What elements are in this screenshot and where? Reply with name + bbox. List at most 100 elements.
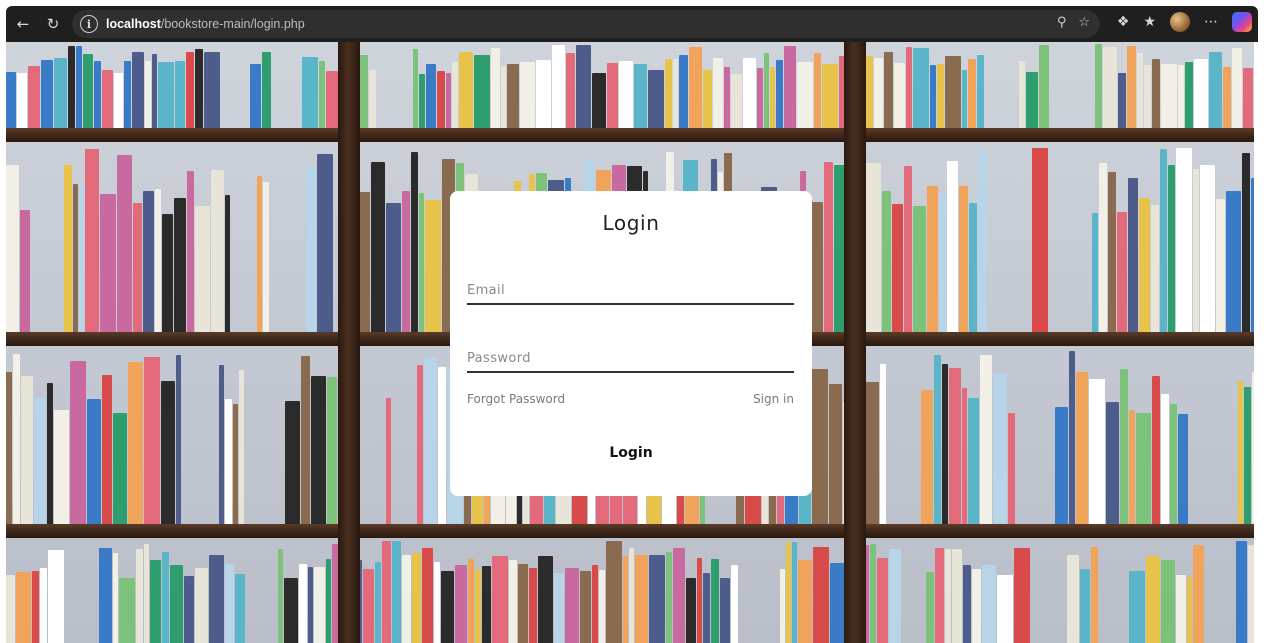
more-icon[interactable]: ⋯: [1204, 14, 1218, 30]
info-icon[interactable]: i: [80, 15, 98, 33]
login-button[interactable]: Login: [581, 435, 681, 471]
book-spine: [1032, 148, 1048, 332]
book-spine: [913, 48, 929, 128]
book-spine: [1176, 575, 1186, 643]
book-spine: [554, 573, 564, 643]
favorites-icon[interactable]: ★: [1143, 14, 1156, 30]
book-spine: [904, 166, 912, 332]
book-spine: [1161, 64, 1177, 128]
book-spine: [16, 572, 31, 643]
address-bar[interactable]: i localhost/bookstore-main/login.php ⚲ ☆: [72, 10, 1100, 38]
book-spine: [174, 198, 186, 332]
book-spine: [426, 64, 436, 128]
page-background: Login Forgot Password Sign in Login: [6, 42, 1254, 643]
book-spine: [1089, 379, 1105, 524]
book-spine: [1236, 541, 1247, 643]
book-spine: [978, 150, 987, 332]
book-spine: [76, 46, 82, 128]
book-spine: [419, 74, 425, 128]
profile-avatar[interactable]: [1170, 12, 1190, 32]
book-spine: [665, 59, 672, 128]
book-spine: [926, 572, 934, 643]
extensions-icon[interactable]: ❖: [1117, 14, 1130, 30]
book-spine: [1200, 165, 1215, 332]
book-spine: [250, 64, 261, 128]
book-spine: [233, 404, 238, 524]
book-spine: [724, 67, 730, 128]
login-title: Login: [602, 211, 660, 235]
book-spine: [982, 565, 996, 643]
book-spine: [1019, 61, 1025, 128]
book-spine: [145, 61, 151, 128]
copilot-icon[interactable]: [1232, 12, 1252, 32]
forgot-password-link[interactable]: Forgot Password: [467, 392, 565, 406]
book-spine: [812, 369, 828, 524]
book-spine: [225, 564, 234, 643]
book-spine: [327, 377, 337, 524]
book-spine: [99, 548, 112, 643]
book-spine: [930, 65, 936, 128]
book-spine: [935, 548, 944, 643]
book-spine: [474, 55, 490, 128]
book-spine: [822, 64, 838, 128]
book-spine: [969, 203, 977, 332]
book-spine: [1170, 404, 1177, 524]
book-spine: [934, 355, 941, 524]
book-spine: [1103, 47, 1117, 128]
key-icon[interactable]: ⚲: [1057, 15, 1067, 30]
url-text[interactable]: localhost/bookstore-main/login.php: [106, 17, 305, 31]
book-spine: [997, 575, 1013, 643]
book-spine: [492, 556, 508, 643]
book-spine: [1144, 65, 1151, 128]
book-spine: [144, 357, 160, 524]
book-spine: [319, 61, 325, 128]
book-spine: [529, 568, 537, 643]
book-spine: [219, 365, 224, 524]
book-spine: [117, 155, 132, 332]
book-spine: [235, 574, 245, 643]
book-spine: [301, 356, 310, 524]
book-spine: [963, 565, 971, 643]
book-spine: [419, 193, 424, 332]
book-spine: [1161, 394, 1169, 524]
book-spine: [520, 62, 535, 128]
book-spine: [507, 64, 519, 128]
book-spine: [993, 373, 1007, 524]
book-spine: [438, 367, 446, 524]
book-spine: [176, 355, 181, 524]
email-field[interactable]: [467, 269, 794, 303]
book-spine: [491, 48, 500, 128]
book-spine: [1178, 65, 1184, 128]
book-row: [6, 42, 1254, 128]
book-spine: [100, 194, 116, 332]
favorite-star-icon[interactable]: ☆: [1078, 15, 1090, 30]
shelf-post: [844, 42, 866, 643]
book-spine: [187, 171, 194, 332]
book-spine: [1026, 72, 1038, 128]
book-spine: [1232, 48, 1242, 128]
book-spine: [1117, 212, 1127, 332]
book-spine: [417, 365, 423, 524]
book-spine: [1193, 545, 1204, 643]
back-icon[interactable]: ←: [10, 11, 36, 37]
login-card: Login Forgot Password Sign in Login: [450, 191, 812, 496]
book-spine: [1146, 556, 1160, 643]
sign-in-link[interactable]: Sign in: [753, 392, 794, 406]
book-spine: [629, 548, 634, 643]
book-spine: [152, 54, 157, 128]
book-spine: [211, 170, 224, 332]
book-spine: [1067, 555, 1079, 643]
book-spine: [731, 74, 742, 128]
book-spine: [175, 61, 185, 128]
book-spine: [1128, 178, 1138, 332]
reload-icon[interactable]: ↻: [40, 11, 66, 37]
book-spine: [784, 46, 796, 128]
password-field[interactable]: [467, 337, 794, 371]
book-spine: [41, 60, 53, 128]
book-spine: [743, 58, 756, 128]
book-spine: [1080, 569, 1090, 643]
book-spine: [308, 567, 313, 643]
book-spine: [913, 206, 926, 332]
book-spine: [155, 189, 161, 332]
book-spine: [195, 206, 210, 332]
